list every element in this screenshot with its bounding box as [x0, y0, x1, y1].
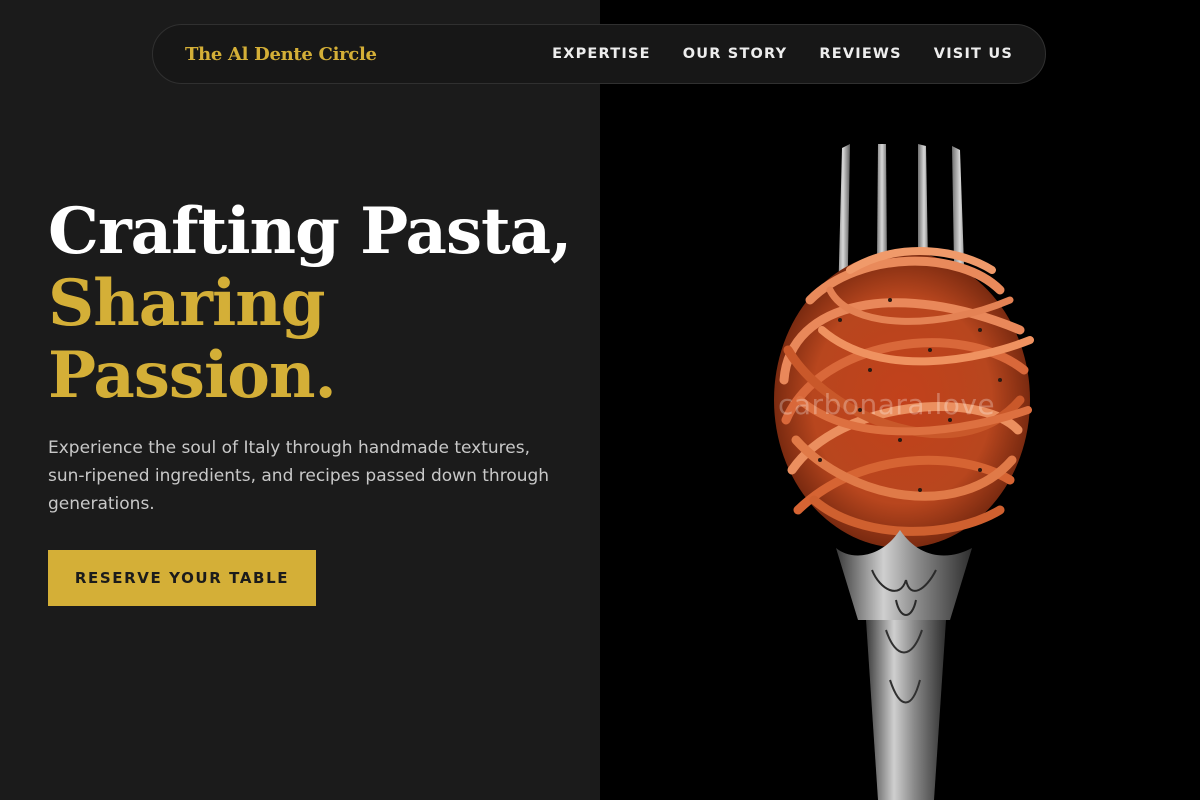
- hero-title-line-2: Sharing: [48, 266, 326, 341]
- nav-link-visit-us[interactable]: VISIT US: [934, 46, 1013, 62]
- nav-link-reviews[interactable]: REVIEWS: [819, 46, 901, 62]
- hero-title-line-1: Crafting Pasta,: [48, 194, 572, 269]
- page: carbonara.love The Al Dente Circle EXPER…: [0, 0, 1200, 800]
- brand-logo-text[interactable]: The Al Dente Circle: [185, 44, 377, 65]
- hero-title-line-3: Passion.: [48, 338, 337, 413]
- top-navbar: The Al Dente Circle EXPERTISE OUR STORY …: [152, 24, 1046, 84]
- nav-links: EXPERTISE OUR STORY REVIEWS VISIT US: [552, 46, 1013, 62]
- nav-link-expertise[interactable]: EXPERTISE: [552, 46, 651, 62]
- nav-link-our-story[interactable]: OUR STORY: [683, 46, 788, 62]
- reserve-table-button[interactable]: RESERVE YOUR TABLE: [48, 550, 316, 606]
- hero-image-panel: carbonara.love: [600, 0, 1200, 800]
- hero-description: Experience the soul of Italy through han…: [48, 438, 550, 514]
- hero-title: Crafting Pasta, Sharing Passion.: [48, 194, 572, 413]
- watermark-text: carbonara.love: [778, 388, 996, 421]
